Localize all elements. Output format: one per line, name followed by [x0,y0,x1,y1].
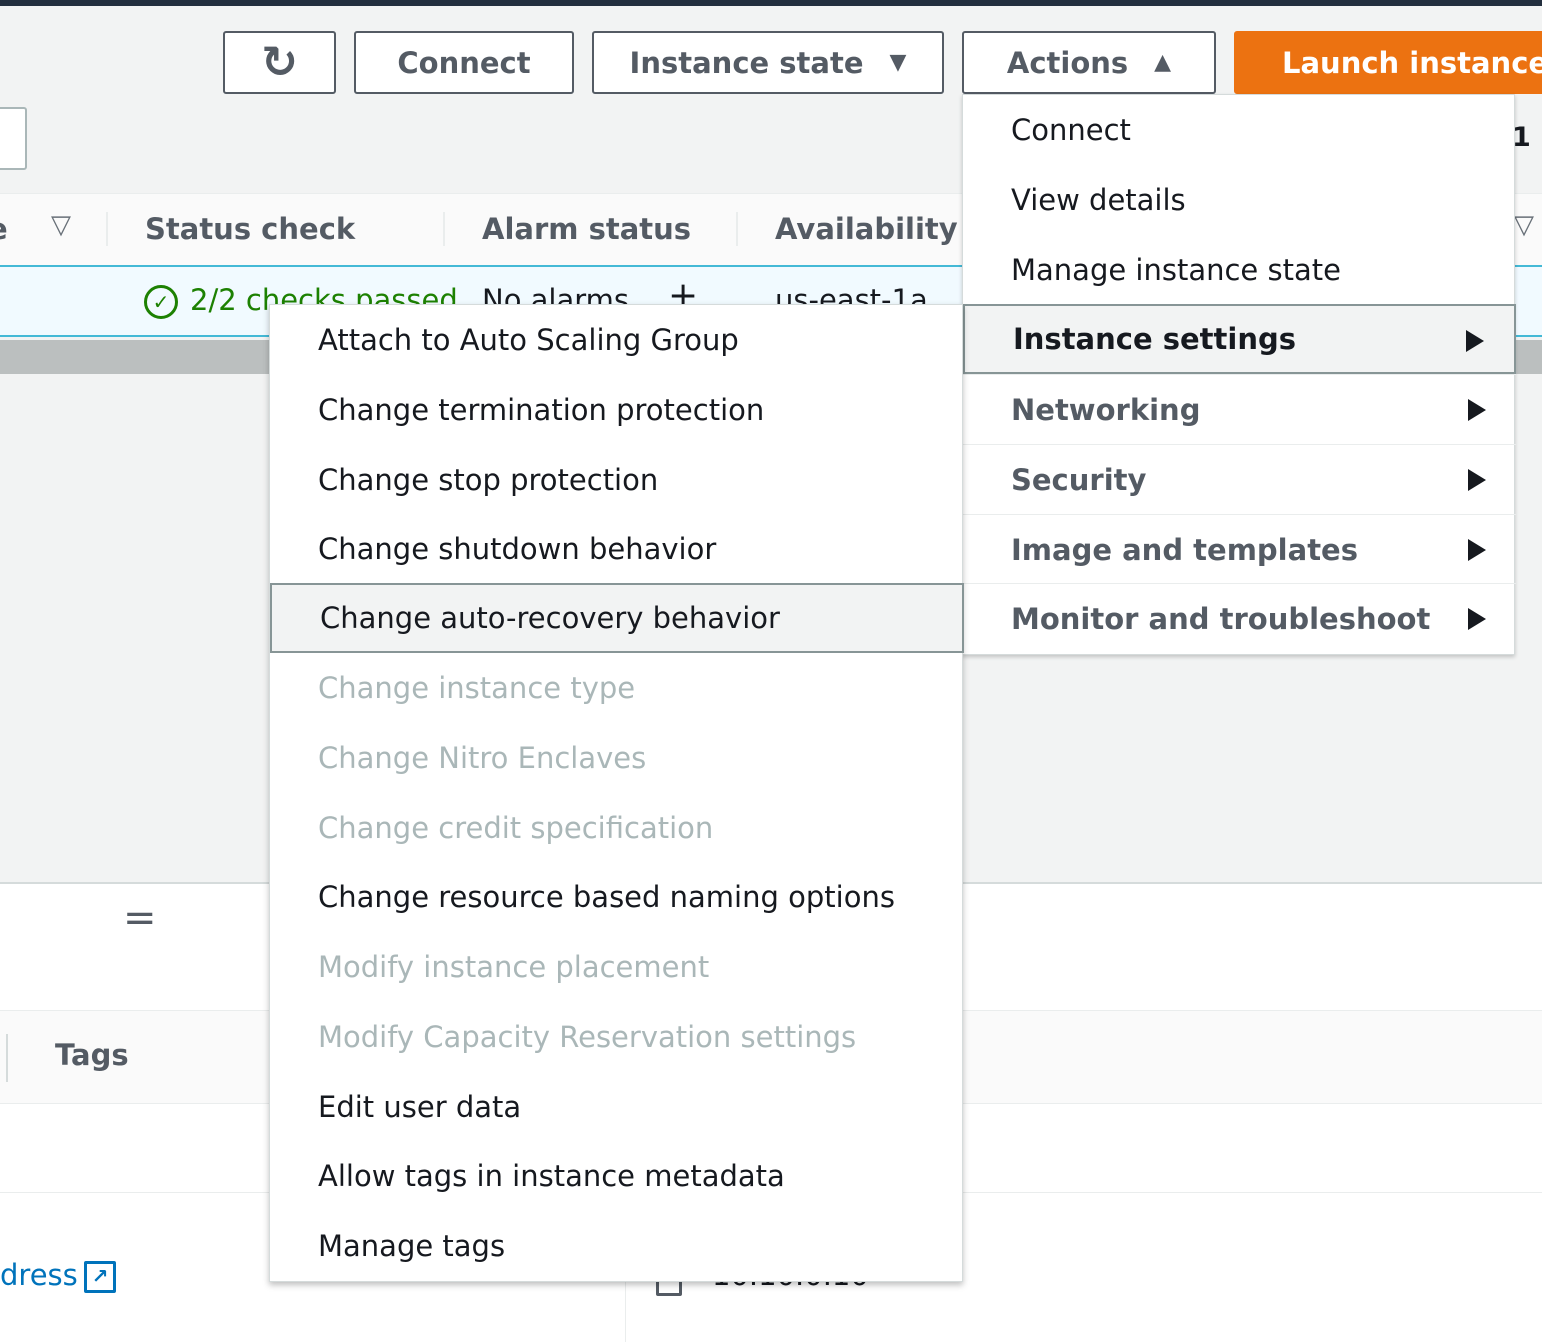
sort-icon[interactable]: ▽ [51,210,71,240]
caret-up-icon: ▲ [1154,50,1172,75]
connect-button[interactable]: Connect [354,31,574,94]
submenu-item-label: Change shutdown behavior [318,532,717,566]
submenu-item-change-shutdown-behavior[interactable]: Change shutdown behavior [270,514,964,584]
submenu-item-modify-capacity-reservation: Modify Capacity Reservation settings [270,1002,964,1072]
check-circle-icon: ✓ [144,285,178,319]
menu-item-image-and-templates[interactable]: Image and templates [963,514,1516,584]
column-header-availability-zone[interactable]: Availability Z [775,212,989,246]
menu-item-manage-instance-state[interactable]: Manage instance state [963,235,1516,305]
instance-settings-submenu: Attach to Auto Scaling Group Change term… [269,304,964,1282]
launch-instances-button[interactable]: Launch instances [1234,31,1542,94]
menu-item-monitor-and-troubleshoot[interactable]: Monitor and troubleshoot [963,583,1516,653]
menu-item-view-details[interactable]: View details [963,165,1516,235]
menu-item-label: Security [1011,462,1147,497]
tab-tags[interactable]: Tags [55,1038,129,1072]
actions-label: Actions [1006,45,1129,80]
submenu-item-change-nitro-enclaves: Change Nitro Enclaves [270,723,964,793]
submenu-item-label: Change credit specification [318,811,714,845]
submenu-arrow-icon [1468,539,1486,561]
launch-instances-label: Launch instances [1282,45,1542,80]
sort-icon[interactable]: ▽ [1514,210,1534,240]
actions-button[interactable]: Actions ▲ [962,31,1216,94]
submenu-item-change-instance-type: Change instance type [270,653,964,723]
external-link-icon[interactable]: ↗ [84,1261,116,1293]
submenu-item-label: Edit user data [318,1090,522,1124]
menu-item-connect[interactable]: Connect [963,95,1516,165]
submenu-item-label: Change instance type [318,671,636,705]
submenu-item-label: Attach to Auto Scaling Group [318,323,739,357]
column-header-alarm-status[interactable]: Alarm status [482,212,691,246]
submenu-item-change-stop-protection[interactable]: Change stop protection [270,445,964,515]
refresh-icon: ↻ [261,37,298,88]
column-divider[interactable] [106,212,108,246]
column-divider[interactable] [443,212,445,246]
column-header-status-check[interactable]: Status check [145,212,355,246]
submenu-item-change-termination-protection[interactable]: Change termination protection [270,375,964,445]
submenu-item-manage-tags[interactable]: Manage tags [270,1211,964,1281]
submenu-item-edit-user-data[interactable]: Edit user data [270,1072,964,1142]
menu-item-label: Connect [1011,113,1131,147]
menu-item-label: Image and templates [1011,532,1358,567]
menu-item-label: Monitor and troubleshoot [1011,601,1431,636]
column-header-partial: e [0,212,8,246]
menu-item-label: View details [1011,183,1186,217]
instance-state-label: Instance state [629,45,864,80]
refresh-button[interactable]: ↻ [223,31,336,94]
submenu-item-change-credit-specification: Change credit specification [270,793,964,863]
column-divider[interactable] [736,212,738,246]
submenu-item-change-resource-naming[interactable]: Change resource based naming options [270,862,964,932]
submenu-arrow-icon [1468,399,1486,421]
instance-state-button[interactable]: Instance state ▼ [592,31,944,94]
menu-item-instance-settings[interactable]: Instance settings [963,304,1516,374]
submenu-item-change-auto-recovery-behavior[interactable]: Change auto-recovery behavior [270,583,964,653]
menu-item-label: Instance settings [1013,322,1296,356]
menu-item-label: Manage instance state [1011,253,1341,287]
submenu-item-label: Change Nitro Enclaves [318,741,647,775]
submenu-item-label: Modify Capacity Reservation settings [318,1020,857,1054]
actions-dropdown-menu: Connect View details Manage instance sta… [962,94,1516,655]
submenu-arrow-icon [1468,608,1486,630]
submenu-item-modify-instance-placement: Modify instance placement [270,932,964,1002]
resize-handle-icon[interactable]: = [123,895,157,941]
submenu-item-attach-auto-scaling-group[interactable]: Attach to Auto Scaling Group [270,305,964,375]
submenu-item-allow-tags-metadata[interactable]: Allow tags in instance metadata [270,1141,964,1211]
submenu-item-label: Manage tags [318,1229,506,1263]
address-link[interactable]: dress [0,1258,78,1292]
submenu-item-label: Change auto-recovery behavior [320,601,780,635]
top-border [0,0,1542,6]
submenu-item-label: Change termination protection [318,393,765,427]
submenu-item-label: Allow tags in instance metadata [318,1159,785,1193]
submenu-arrow-icon [1468,469,1486,491]
caret-down-icon: ▼ [889,50,907,75]
submenu-item-label: Change resource based naming options [318,880,895,914]
menu-item-security[interactable]: Security [963,444,1516,514]
menu-item-networking[interactable]: Networking [963,374,1516,444]
connect-button-label: Connect [397,45,531,80]
menu-item-label: Networking [1011,392,1201,427]
submenu-arrow-icon [1466,330,1484,352]
search-input[interactable] [0,107,27,170]
tab-divider [6,1034,8,1082]
submenu-item-label: Change stop protection [318,463,659,497]
submenu-item-label: Modify instance placement [318,950,710,984]
